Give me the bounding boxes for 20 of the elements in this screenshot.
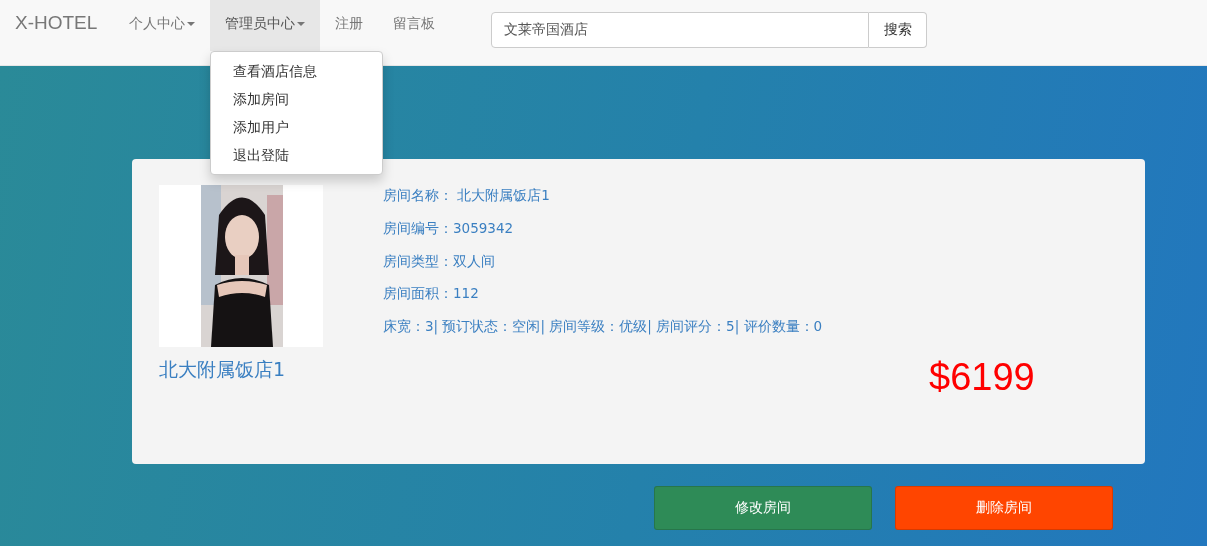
nav-menu-item[interactable]: 个人中心 [114, 0, 211, 51]
dropdown-item[interactable]: 添加房间 [211, 85, 383, 113]
caret-icon [297, 21, 306, 26]
room-detail-text: 房间面积：112 [383, 284, 480, 304]
room-title-link[interactable]: 北大附属饭店1 [159, 357, 383, 383]
dropdown-item[interactable]: 添加用户 [211, 113, 383, 141]
room-detail-text: 房间名称： 北大附属饭店1 [383, 186, 551, 205]
room-price: $6199 [929, 356, 1035, 399]
nav-menu-item[interactable]: 留言板 [378, 0, 451, 51]
dropdown-item[interactable]: 退出登陆 [211, 141, 383, 169]
room-detail-text: 房间类型：双人间 [383, 251, 496, 271]
brand-logo[interactable]: X-HOTEL [0, 0, 113, 46]
dropdown-item[interactable]: 查看酒店信息 [211, 57, 383, 85]
search-field[interactable]: 文莱帝国酒店 [491, 12, 870, 48]
nav-menu-item[interactable]: 注册 [320, 0, 379, 51]
room-detail-text: 床宽：3| 预订状态：空闲| 房间等级：优级| 房间评分：5| 评价数量：0 [383, 317, 823, 337]
search-button[interactable]: 搜索 [869, 12, 928, 48]
room-detail-text: 房间编号：3059342 [383, 218, 515, 238]
caret-icon [187, 21, 196, 26]
edit-room-button[interactable]: 修改房间 [654, 486, 872, 530]
